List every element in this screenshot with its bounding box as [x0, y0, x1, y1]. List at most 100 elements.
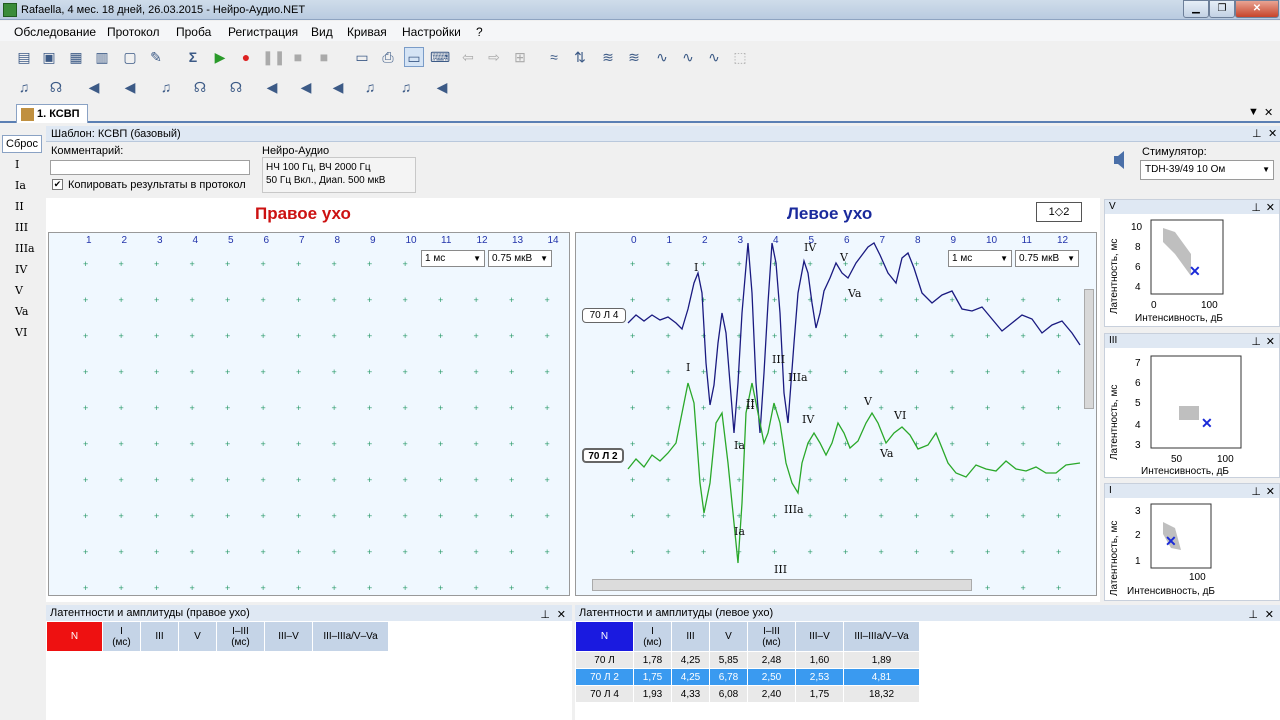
pin-icon[interactable]: ⊥	[1251, 201, 1261, 215]
menu-exam[interactable]: Обследование	[14, 25, 96, 39]
wave-button-ii[interactable]: II	[15, 200, 24, 213]
wave-button-va[interactable]: Va	[15, 305, 29, 318]
col-header[interactable]: III–V	[264, 621, 313, 652]
speaker-icon[interactable]: ◀	[262, 77, 282, 97]
close-icon[interactable]: ✕	[1266, 335, 1275, 349]
tools-icon[interactable]: ✎	[146, 47, 166, 67]
wave-button-v[interactable]: V	[15, 284, 23, 297]
close-icon[interactable]: ✕	[1264, 106, 1273, 119]
speaker-icon[interactable]: ◀	[296, 77, 316, 97]
menu-view[interactable]: Вид	[311, 25, 333, 39]
pin-icon[interactable]: ⊥	[1252, 127, 1262, 140]
arrow-right-icon[interactable]: ⇨	[484, 47, 504, 67]
vertical-scrollbar[interactable]	[1084, 289, 1094, 409]
col-header[interactable]: III–IIIa/V–Va	[843, 621, 920, 652]
speaker-icon[interactable]: ◀	[120, 77, 140, 97]
menu-test[interactable]: Проба	[176, 25, 211, 39]
grid-icon[interactable]: ⊞	[510, 47, 530, 67]
wave-1-icon[interactable]: ≋	[598, 47, 618, 67]
col-header[interactable]: N	[575, 621, 634, 652]
pin-icon[interactable]: ⊥	[1248, 607, 1258, 623]
menu-settings[interactable]: Настройки	[402, 25, 461, 39]
print-icon[interactable]: ⎙	[378, 47, 398, 67]
minimize-button[interactable]: ▁	[1183, 0, 1209, 18]
left-amp-scale-select[interactable]: 0.75 мкВ ▼	[1015, 250, 1079, 267]
peak-l2-ii[interactable]: II	[746, 399, 755, 412]
peak-l4-iii[interactable]: III	[772, 353, 785, 366]
save-icon[interactable]: ▦	[66, 47, 86, 67]
right-time-scale-select[interactable]: 1 мс ▼	[421, 250, 485, 267]
peak-l2-va[interactable]: Va	[879, 447, 894, 460]
peak-l4-v[interactable]: V	[839, 251, 849, 264]
play-icon[interactable]: ▶	[210, 47, 230, 67]
wave-button-vi[interactable]: VI	[15, 326, 27, 339]
keyboard-icon[interactable]: ⌨	[430, 47, 450, 67]
table-row[interactable]: 70 Л 4 1,93 4,33 6,08 2,40 1,75 18,32	[575, 685, 920, 703]
wave-button-iv[interactable]: IV	[15, 263, 27, 276]
wave-5-icon[interactable]: ∿	[704, 47, 724, 67]
col-header[interactable]: I (мс)	[102, 621, 141, 652]
wave-button-i[interactable]: I	[15, 158, 19, 171]
menu-registration[interactable]: Регистрация	[228, 25, 298, 39]
wave-3-icon[interactable]: ∿	[652, 47, 672, 67]
table-row[interactable]: 70 Л 2 1,75 4,25 6,78 2,50 2,53 4,81	[575, 668, 920, 686]
close-icon[interactable]: ✕	[557, 607, 566, 623]
col-header[interactable]: I–III (мс)	[216, 621, 265, 652]
horizontal-scrollbar[interactable]	[592, 579, 972, 591]
ear-icon[interactable]: ☊	[190, 77, 210, 97]
peak-l2-iii[interactable]: III	[774, 563, 787, 576]
print-preview-icon[interactable]: ▭	[352, 47, 372, 67]
left-time-scale-select[interactable]: 1 мс ▼	[948, 250, 1012, 267]
split-icon[interactable]: ⇅	[570, 47, 590, 67]
close-icon[interactable]: ✕	[1265, 607, 1274, 623]
peak-l2-i[interactable]: I	[686, 361, 690, 374]
speaker-icon[interactable]: ◀	[84, 77, 104, 97]
trace-label-70-l2[interactable]: 70 Л 2	[582, 448, 624, 463]
col-header[interactable]: I–III (мс)	[747, 621, 796, 652]
stimulator-select[interactable]: TDH-39/49 10 Ом ▼	[1140, 160, 1274, 180]
left-ear-plot[interactable]: + + + + + + + + + + + + + + + + + + + + + + + + + + + + + + + + + + + + + + + +…	[575, 232, 1097, 596]
col-header[interactable]: V	[709, 621, 748, 652]
peak-l2-vi[interactable]: VI	[893, 409, 906, 422]
close-icon[interactable]: ✕	[1266, 201, 1275, 215]
col-header[interactable]: N	[46, 621, 103, 652]
right-ear-plot[interactable]: + + + + + + + + + + + + + + + + + + + + + + + + + + + + + + + + + + + + + + + +…	[48, 232, 570, 596]
peak-l4-ia[interactable]: Ia	[734, 439, 745, 452]
copy-checkbox[interactable]: ✔	[52, 179, 63, 190]
wave-button-ia[interactable]: Ia	[15, 179, 26, 192]
comment-input[interactable]	[50, 160, 250, 175]
menu-protocol[interactable]: Протокол	[107, 25, 160, 39]
headphones-icon[interactable]: ♫	[156, 77, 176, 97]
arrow-left-icon[interactable]: ⇦	[458, 47, 478, 67]
col-header[interactable]: III–IIIa/V–Va	[312, 621, 389, 652]
menu-curve[interactable]: Кривая	[347, 25, 387, 39]
table-row[interactable]: 70 Л 1,78 4,25 5,85 2,48 1,60 1,89	[575, 651, 920, 669]
right-amp-scale-select[interactable]: 0.75 мкВ ▼	[488, 250, 552, 267]
pause-icon[interactable]: ❚❚	[262, 47, 285, 67]
headphones-icon[interactable]: ♫	[396, 77, 416, 97]
select-icon[interactable]: ⬚	[730, 47, 750, 67]
swap-ears-button[interactable]: 1◇2	[1036, 202, 1082, 222]
speaker-icon[interactable]: ◀	[328, 77, 348, 97]
peak-l4-i[interactable]: I	[694, 261, 698, 274]
trace-label-70-l4[interactable]: 70 Л 4	[582, 308, 626, 323]
tab-list-icon[interactable]: ▼	[1248, 106, 1259, 118]
peak-l4-va[interactable]: Va	[847, 287, 862, 300]
close-icon[interactable]: ✕	[1266, 485, 1275, 499]
menu-help[interactable]: ?	[476, 25, 483, 39]
close-icon[interactable]: ✕	[1268, 127, 1277, 140]
peak-l2-iiia[interactable]: IIIa	[784, 503, 804, 516]
headphones-icon[interactable]: ♫	[360, 77, 380, 97]
col-header[interactable]: V	[178, 621, 217, 652]
wave-4-icon[interactable]: ∿	[678, 47, 698, 67]
pin-icon[interactable]: ⊥	[540, 607, 550, 623]
wave-button-iii[interactable]: III	[15, 221, 28, 234]
new-doc-icon[interactable]: ▢	[120, 47, 140, 67]
pin-icon[interactable]: ⊥	[1251, 335, 1261, 349]
peak-l2-v[interactable]: V	[863, 395, 873, 408]
ear-icon[interactable]: ☊	[46, 77, 66, 97]
curve-edit-icon[interactable]: ≈	[544, 47, 564, 67]
export-icon[interactable]: ▥	[92, 47, 112, 67]
peak-l4-iiia[interactable]: IIIa	[788, 371, 808, 384]
open-icon[interactable]: ▣	[39, 47, 59, 67]
